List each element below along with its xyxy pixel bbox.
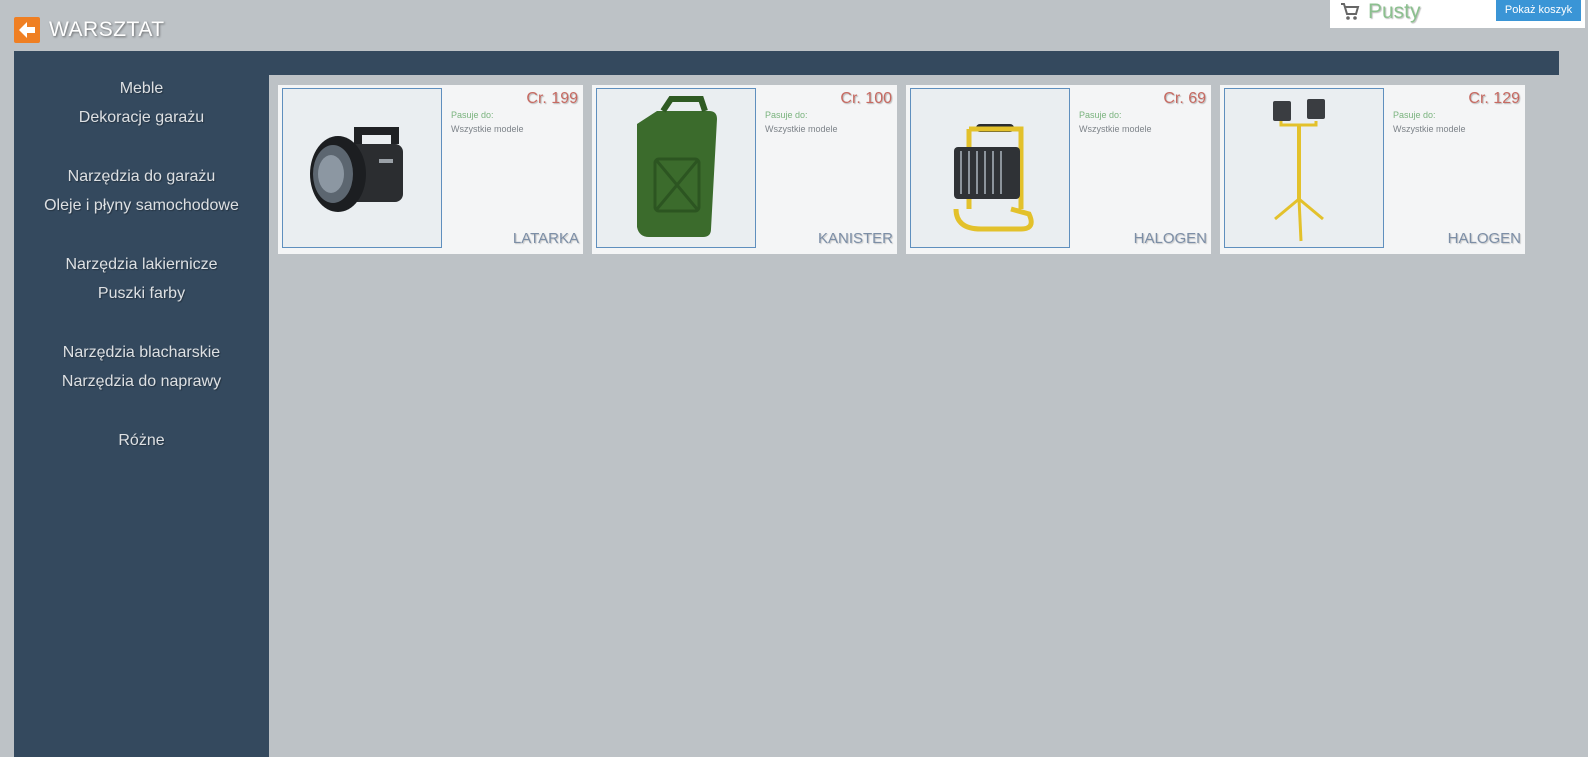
product-name: LATARKA [512,230,579,247]
product-image [282,88,442,248]
fits-label: Pasuje do: [1393,110,1436,120]
page-title: WARSZTAT [49,18,165,41]
fits-label: Pasuje do: [1079,110,1122,120]
product-card[interactable]: Cr. 199 Pasuje do: Wszystkie modele LATA… [278,85,583,254]
sidebar-item-paint-tools[interactable]: Narzędzia lakiernicze [14,255,269,275]
product-image [596,88,756,248]
halogen-lamp-icon [953,124,1034,232]
cart-status: Pusty [1368,0,1421,23]
product-name: HALOGEN [1447,230,1521,247]
sidebar-item-garage-tools[interactable]: Narzędzia do garażu [14,167,269,187]
sidebar-item-garage-decorations[interactable]: Dekoracje garażu [14,108,269,128]
arrow-left-icon [19,22,35,38]
fits-label: Pasuje do: [765,110,808,120]
fits-value: Wszystkie modele [1393,124,1466,134]
category-sidebar: Meble Dekoracje garażu Narzędzia do gara… [14,75,269,757]
jerrycan-icon [637,96,717,237]
sidebar-item-paint-cans[interactable]: Puszki farby [14,284,269,304]
product-image [910,88,1070,248]
cart-panel: Pusty Pokaż koszyk [1330,0,1585,28]
sidebar-item-misc[interactable]: Różne [14,431,269,451]
show-cart-button[interactable]: Pokaż koszyk [1496,0,1581,21]
product-name: KANISTER [817,230,893,247]
back-button[interactable] [14,17,40,43]
fits-value: Wszystkie modele [451,124,524,134]
product-card[interactable]: Cr. 69 Pasuje do: Wszystkie modele HALOG… [906,85,1211,254]
sidebar-item-repair-tools[interactable]: Narzędzia do naprawy [14,372,269,392]
product-price: Cr. 100 [840,90,892,107]
product-price: Cr. 69 [1163,90,1206,107]
category-header-bar [14,51,1559,75]
product-card[interactable]: Cr. 129 Pasuje do: Wszystkie modele HALO… [1220,85,1525,254]
product-price: Cr. 199 [526,90,578,107]
sidebar-item-bodywork-tools[interactable]: Narzędzia blacharskie [14,343,269,363]
cart-icon [1340,2,1360,27]
fits-value: Wszystkie modele [1079,124,1152,134]
sidebar-item-furniture[interactable]: Meble [14,79,269,99]
fits-label: Pasuje do: [451,110,494,120]
tripod-halogen-icon [1273,99,1325,242]
product-card[interactable]: Cr. 100 Pasuje do: Wszystkie modele KANI… [592,85,897,254]
product-price: Cr. 129 [1468,90,1520,107]
product-name: HALOGEN [1133,230,1207,247]
sidebar-item-oils-fluids[interactable]: Oleje i płyny samochodowe [14,196,269,216]
product-image [1224,88,1384,248]
flashlight-icon [310,127,403,212]
fits-value: Wszystkie modele [765,124,838,134]
